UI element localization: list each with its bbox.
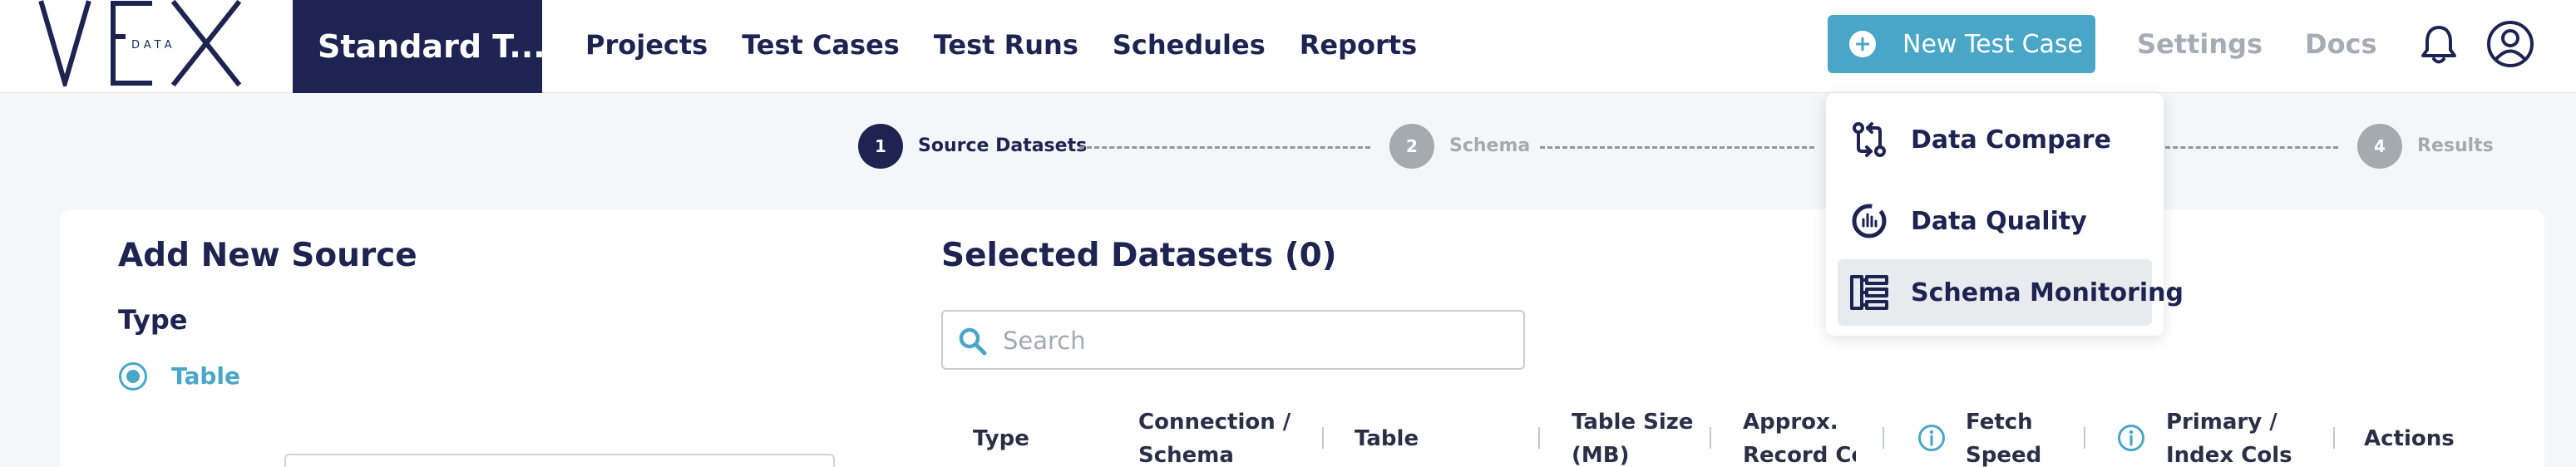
main-nav-links: Projects Test Cases Test Runs Schedules … — [585, 0, 1451, 90]
menu-item-label: Schema Monitoring — [1911, 278, 2184, 307]
step-connector — [1079, 146, 1370, 149]
nav-link-settings[interactable]: Settings — [2137, 28, 2263, 60]
column-header-type[interactable]: Type — [973, 422, 1029, 455]
new-test-case-label: New Test Case — [1902, 29, 2084, 59]
step-2-label: Schema — [1449, 135, 1531, 156]
column-header-table-size[interactable]: Table Size (MB) — [1572, 406, 1694, 467]
menu-item-label: Data Compare — [1911, 125, 2111, 155]
column-header-table[interactable]: Table — [1355, 422, 1419, 455]
column-divider[interactable] — [1710, 427, 1711, 449]
column-divider[interactable] — [1883, 427, 1884, 449]
data-compare-icon — [1853, 122, 1886, 157]
column-header-actions[interactable]: Actions — [2364, 422, 2455, 455]
add-source-title: Add New Source — [118, 237, 417, 274]
bell-icon[interactable] — [2420, 23, 2458, 65]
step-connector — [1540, 146, 1814, 149]
project-name: Standard T... — [318, 28, 542, 65]
column-divider[interactable] — [1322, 427, 1324, 449]
selected-datasets-title: Selected Datasets (0) — [941, 237, 1337, 274]
menu-item-data-compare[interactable]: Data Compare — [1838, 106, 2152, 173]
table-radio-label[interactable]: Table — [171, 362, 240, 390]
source-input[interactable] — [284, 454, 835, 467]
search-icon — [959, 327, 987, 356]
step-connector — [2165, 146, 2338, 149]
column-divider[interactable] — [2084, 427, 2085, 449]
info-icon[interactable] — [2117, 424, 2145, 452]
top-nav-bar: DATA Standard T... Projects Test Cases T… — [0, 0, 2576, 93]
step-4-circle: 4 — [2357, 124, 2402, 169]
dataset-search-box[interactable] — [941, 310, 1525, 370]
vex-logo[interactable]: DATA — [33, 0, 249, 86]
step-1-label: Source Datasets — [918, 135, 1088, 156]
step-4-label: Results — [2417, 135, 2494, 156]
schema-monitoring-icon — [1850, 275, 1888, 310]
step-2-circle: 2 — [1389, 124, 1434, 169]
user-avatar-icon[interactable] — [2486, 20, 2534, 68]
menu-item-label: Data Quality — [1911, 206, 2087, 236]
column-divider[interactable] — [1538, 427, 1540, 449]
new-test-case-menu: Data Compare Data Quality Schema Monitor… — [1826, 93, 2184, 336]
column-header-record-count[interactable]: Approx. Record Cou — [1743, 406, 1856, 467]
menu-item-schema-monitoring[interactable]: Schema Monitoring — [1838, 259, 2184, 326]
nav-link-schedules[interactable]: Schedules — [1113, 29, 1266, 61]
column-header-connection-schema[interactable]: Connection / Schema — [1138, 406, 1290, 467]
nav-link-docs[interactable]: Docs — [2305, 28, 2377, 60]
type-label: Type — [118, 304, 188, 336]
project-selector[interactable]: Standard T... — [293, 0, 542, 93]
new-test-case-button[interactable]: New Test Case — [1828, 15, 2095, 73]
nav-link-test-cases[interactable]: Test Cases — [742, 29, 900, 61]
nav-link-test-runs[interactable]: Test Runs — [934, 29, 1078, 61]
logo-subtitle: DATA — [131, 39, 176, 52]
nav-link-projects[interactable]: Projects — [585, 29, 708, 61]
column-header-primary-index-cols[interactable]: Primary / Index Cols — [2166, 406, 2292, 467]
info-icon[interactable] — [1917, 424, 1946, 452]
plus-circle-icon — [1849, 31, 1876, 57]
data-quality-icon — [1852, 204, 1887, 238]
menu-item-data-quality[interactable]: Data Quality — [1838, 188, 2152, 254]
nav-link-reports[interactable]: Reports — [1300, 29, 1417, 61]
search-input[interactable] — [1003, 323, 1502, 358]
column-header-fetch-speed[interactable]: Fetch Speed — [1966, 406, 2041, 467]
step-1-circle: 1 — [858, 124, 903, 169]
table-radio[interactable] — [119, 362, 147, 391]
column-divider[interactable] — [2333, 427, 2335, 449]
